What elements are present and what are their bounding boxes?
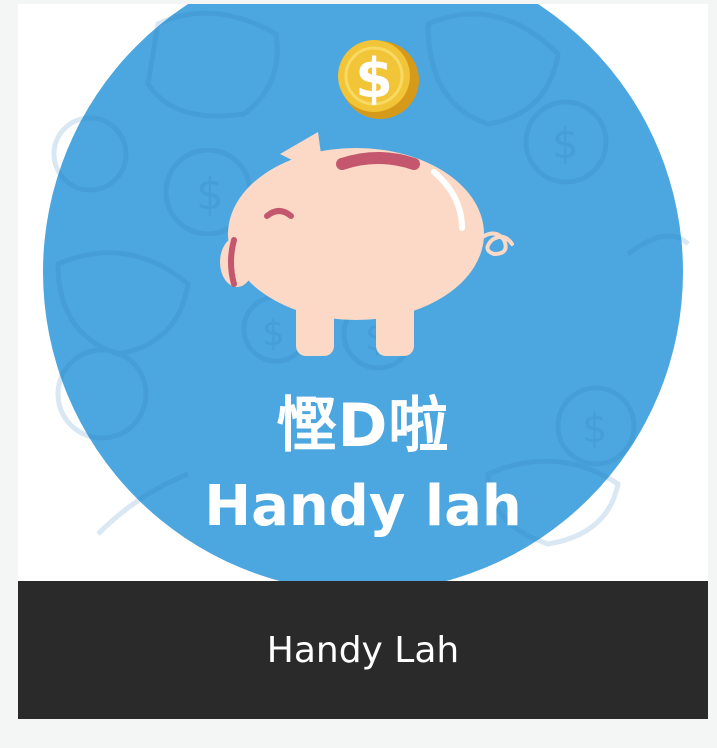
svg-text:$: $ xyxy=(262,313,285,354)
svg-text:$: $ xyxy=(355,47,393,110)
svg-text:$: $ xyxy=(196,169,224,220)
app-name-label: Handy Lah xyxy=(266,629,460,671)
logo-title-chinese: 慳D啦 xyxy=(276,391,450,461)
logo-title-english: Handy lah xyxy=(204,474,522,539)
svg-text:$: $ xyxy=(552,119,579,168)
app-card[interactable]: $ $ $ $ $ 慳D啦 Handy lah Handy Lah xyxy=(18,4,708,719)
caption-bar: Handy Lah xyxy=(18,581,708,719)
app-logo: $ $ $ $ $ 慳D啦 Handy lah xyxy=(18,4,708,581)
